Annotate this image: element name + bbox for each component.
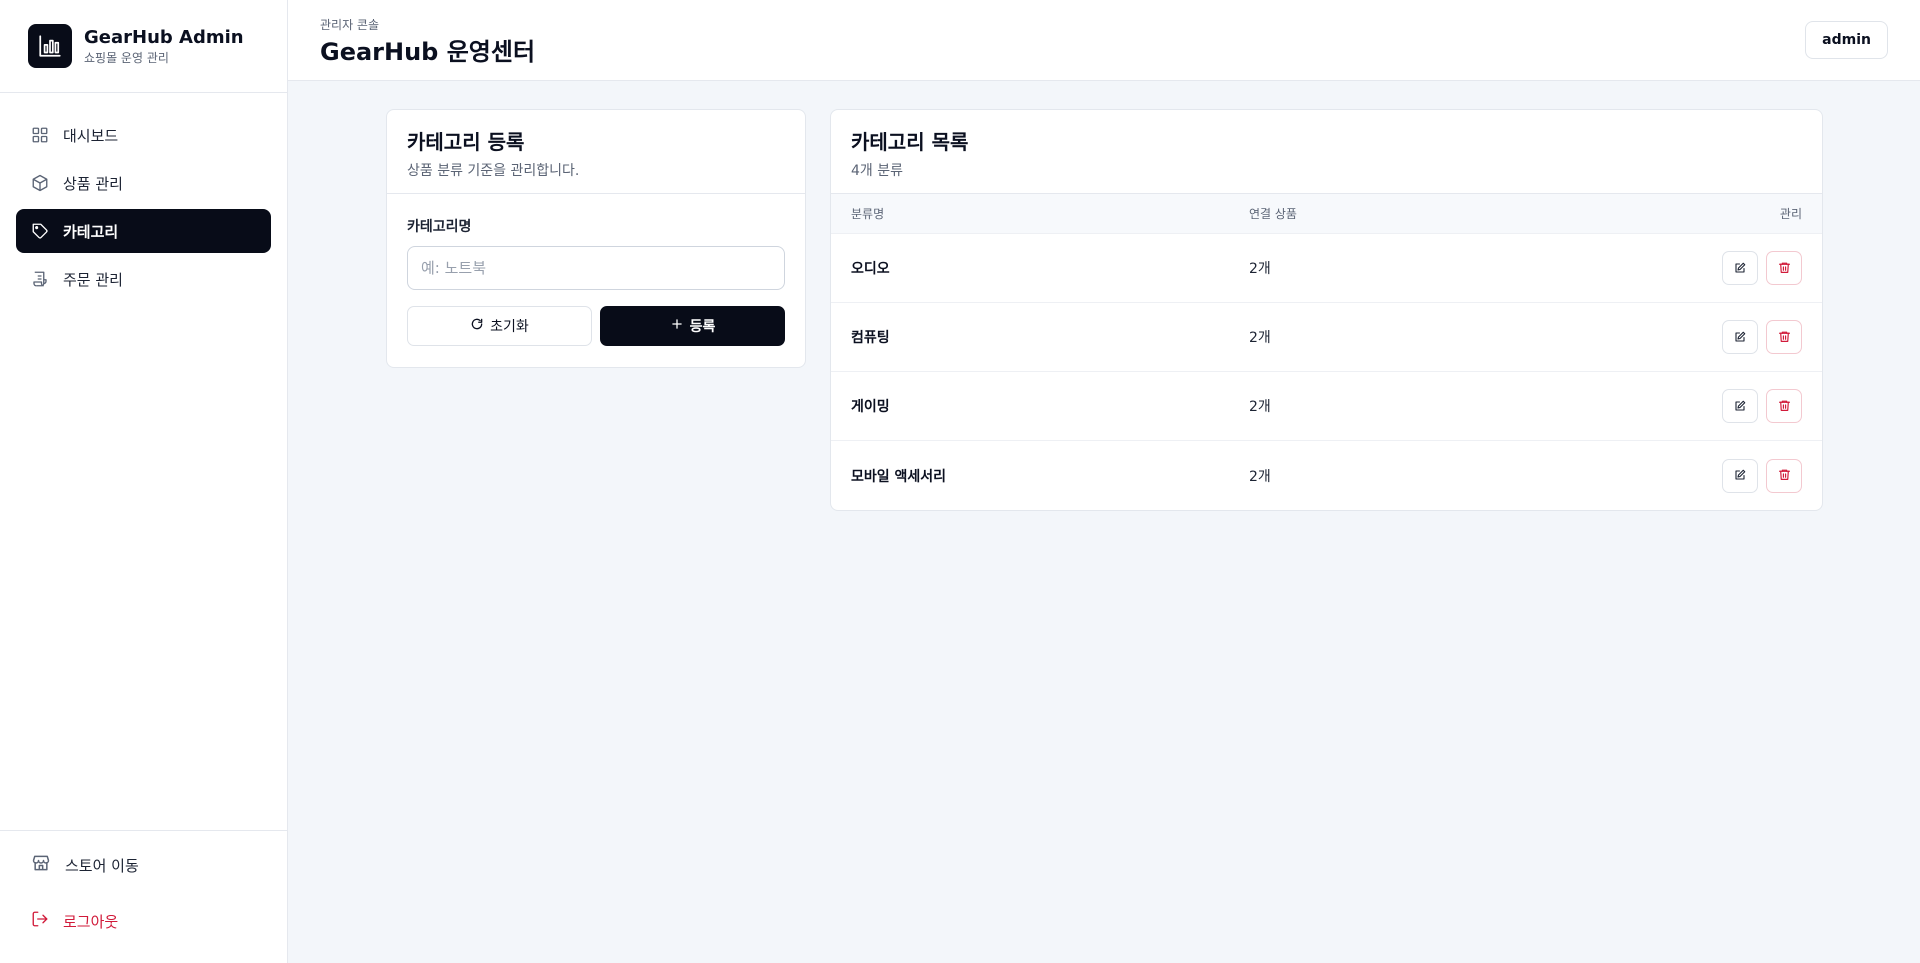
edit-button[interactable] bbox=[1722, 251, 1758, 285]
table-row: 게이밍 2개 bbox=[831, 372, 1822, 441]
sidebar-nav: 대시보드 상품 관리 카테고리 주문 관리 bbox=[0, 93, 287, 301]
sidebar-item-categories[interactable]: 카테고리 bbox=[16, 209, 271, 253]
column-header-products: 연결 상품 bbox=[1249, 207, 1297, 221]
sidebar-footer: 스토어 이동 로그아웃 bbox=[0, 830, 288, 963]
trash-icon bbox=[1778, 328, 1791, 347]
form-body: 카테고리명 초기화 등록 bbox=[387, 194, 805, 346]
box-icon bbox=[31, 174, 49, 192]
list-count: 4개 분류 bbox=[851, 163, 903, 179]
sidebar-item-label: 카테고리 bbox=[63, 222, 119, 241]
category-name-input[interactable] bbox=[407, 246, 785, 290]
delete-button[interactable] bbox=[1766, 458, 1802, 493]
brand: GearHub Admin 쇼핑몰 운영 관리 bbox=[0, 0, 287, 93]
logout-icon bbox=[31, 910, 49, 932]
category-name: 게이밍 bbox=[851, 399, 890, 415]
edit-icon bbox=[1734, 397, 1746, 416]
refresh-icon bbox=[470, 317, 484, 335]
category-form-card: 카테고리 등록 상품 분류 기준을 관리합니다. 카테고리명 초기화 등록 bbox=[386, 109, 806, 368]
edit-button[interactable] bbox=[1722, 458, 1758, 493]
edit-icon bbox=[1734, 328, 1746, 347]
form-title: 카테고리 등록 bbox=[407, 130, 525, 154]
reset-button[interactable]: 초기화 bbox=[407, 306, 592, 346]
row-actions bbox=[1602, 389, 1802, 423]
page-title: GearHub 운영센터 bbox=[320, 38, 536, 66]
brand-subtitle: 쇼핑몰 운영 관리 bbox=[84, 50, 169, 65]
category-name: 오디오 bbox=[851, 261, 890, 277]
product-count: 2개 bbox=[1249, 468, 1271, 485]
sidebar-item-label: 주문 관리 bbox=[63, 270, 123, 289]
row-actions bbox=[1602, 458, 1802, 493]
edit-button[interactable] bbox=[1722, 320, 1758, 354]
edit-button[interactable] bbox=[1722, 389, 1758, 423]
logout-label: 로그아웃 bbox=[63, 912, 119, 931]
store-link-label: 스토어 이동 bbox=[65, 856, 139, 875]
delete-button[interactable] bbox=[1766, 389, 1802, 423]
table-row: 컴퓨팅 2개 bbox=[831, 303, 1822, 372]
edit-icon bbox=[1734, 466, 1746, 485]
delete-button[interactable] bbox=[1766, 320, 1802, 354]
card-header: 카테고리 목록 4개 분류 bbox=[831, 110, 1822, 194]
table-header: 분류명 연결 상품 관리 bbox=[831, 194, 1822, 234]
product-count: 2개 bbox=[1249, 261, 1271, 277]
card-header: 카테고리 등록 상품 분류 기준을 관리합니다. bbox=[387, 110, 805, 194]
logout-button[interactable]: 로그아웃 bbox=[16, 899, 272, 943]
category-name: 모바일 액세서리 bbox=[851, 468, 947, 485]
trash-icon bbox=[1778, 259, 1791, 278]
row-actions bbox=[1602, 320, 1802, 354]
store-link[interactable]: 스토어 이동 bbox=[16, 843, 272, 887]
top-header: 관리자 콘솔 GearHub 운영센터 admin bbox=[288, 0, 1920, 81]
table-row: 오디오 2개 bbox=[831, 234, 1822, 303]
product-count: 2개 bbox=[1249, 399, 1271, 415]
sidebar-item-label: 상품 관리 bbox=[63, 174, 123, 193]
edit-icon bbox=[1734, 259, 1746, 278]
trash-icon bbox=[1778, 397, 1791, 416]
product-count: 2개 bbox=[1249, 330, 1271, 346]
category-name-label: 카테고리명 bbox=[407, 219, 472, 235]
column-header-actions: 관리 bbox=[1779, 207, 1802, 221]
bar-chart-icon bbox=[28, 24, 72, 68]
grid-icon bbox=[31, 126, 49, 144]
reset-button-label: 초기화 bbox=[490, 319, 529, 335]
submit-button-label: 등록 bbox=[689, 319, 716, 335]
delete-button[interactable] bbox=[1766, 251, 1802, 285]
user-menu-button[interactable]: admin bbox=[1805, 21, 1888, 59]
category-name: 컴퓨팅 bbox=[851, 330, 890, 346]
sidebar-item-dashboard[interactable]: 대시보드 bbox=[16, 113, 271, 157]
plus-icon bbox=[670, 317, 684, 335]
brand-title: GearHub Admin bbox=[84, 26, 244, 48]
category-list-card: 카테고리 목록 4개 분류 분류명 연결 상품 관리 오디오 2개 컴퓨팅 2개 bbox=[830, 109, 1823, 511]
submit-button[interactable]: 등록 bbox=[600, 306, 785, 346]
receipt-icon bbox=[31, 270, 49, 288]
sidebar-item-orders[interactable]: 주문 관리 bbox=[16, 257, 271, 301]
form-actions: 초기화 등록 bbox=[407, 306, 785, 346]
tag-icon bbox=[31, 222, 49, 240]
sidebar: GearHub Admin 쇼핑몰 운영 관리 대시보드 상품 관리 카테고리 bbox=[0, 0, 288, 963]
sidebar-item-products[interactable]: 상품 관리 bbox=[16, 161, 271, 205]
row-actions bbox=[1602, 251, 1802, 285]
sidebar-item-label: 대시보드 bbox=[63, 126, 119, 145]
store-icon bbox=[31, 853, 51, 877]
header-eyebrow: 관리자 콘솔 bbox=[320, 18, 380, 32]
column-header-name: 분류명 bbox=[851, 207, 885, 221]
trash-icon bbox=[1778, 466, 1791, 485]
form-subtitle: 상품 분류 기준을 관리합니다. bbox=[407, 163, 580, 179]
table-row: 모바일 액세서리 2개 bbox=[831, 441, 1822, 510]
list-title: 카테고리 목록 bbox=[851, 130, 969, 154]
